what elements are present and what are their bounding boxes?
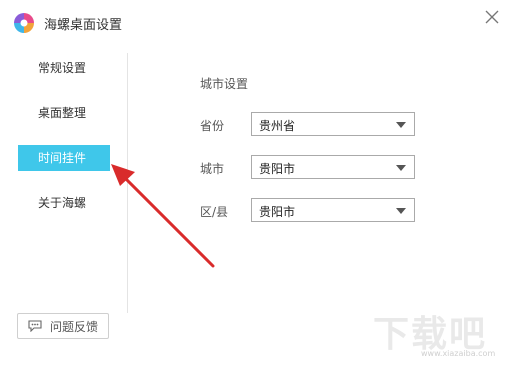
- city-label: 城市: [200, 162, 225, 176]
- window-title: 海螺桌面设置: [44, 18, 123, 33]
- sidebar-item-desktop-organize[interactable]: 桌面整理: [18, 100, 110, 126]
- sidebar-item-label: 关于海螺: [38, 196, 87, 210]
- settings-window: 海螺桌面设置 常规设置 桌面整理 时间挂件 关于海螺 问题反馈 城市设置 省份 …: [0, 0, 512, 366]
- sidebar-item-general[interactable]: 常规设置: [18, 55, 110, 81]
- sidebar-divider: [127, 53, 128, 313]
- district-label: 区/县: [200, 205, 229, 219]
- sidebar-item-label: 常规设置: [38, 61, 87, 75]
- chat-bubble-icon: [28, 320, 42, 332]
- title-bar: 海螺桌面设置: [0, 0, 512, 46]
- caret-down-icon: [396, 165, 406, 171]
- watermark: 下载吧 www.xiazaiba.com: [373, 305, 507, 363]
- watermark-url: www.xiazaiba.com: [421, 349, 496, 358]
- caret-down-icon: [396, 122, 406, 128]
- district-value: 贵阳市: [259, 205, 296, 219]
- city-value: 贵阳市: [259, 162, 296, 176]
- sidebar-item-label: 桌面整理: [38, 106, 87, 120]
- province-value: 贵州省: [259, 119, 296, 133]
- province-label: 省份: [200, 119, 225, 133]
- feedback-button-label: 问题反馈: [50, 319, 99, 334]
- sidebar-item-label: 时间挂件: [38, 151, 87, 165]
- caret-down-icon: [396, 208, 406, 214]
- sidebar-item-about[interactable]: 关于海螺: [18, 190, 110, 216]
- section-title: 城市设置: [200, 77, 249, 91]
- app-logo-icon: [14, 13, 34, 33]
- city-select[interactable]: 贵阳市: [251, 155, 415, 179]
- province-select[interactable]: 贵州省: [251, 112, 415, 136]
- district-select[interactable]: 贵阳市: [251, 198, 415, 222]
- feedback-button[interactable]: 问题反馈: [17, 313, 109, 339]
- close-icon[interactable]: [484, 9, 500, 25]
- sidebar-item-time-widget[interactable]: 时间挂件: [18, 145, 110, 171]
